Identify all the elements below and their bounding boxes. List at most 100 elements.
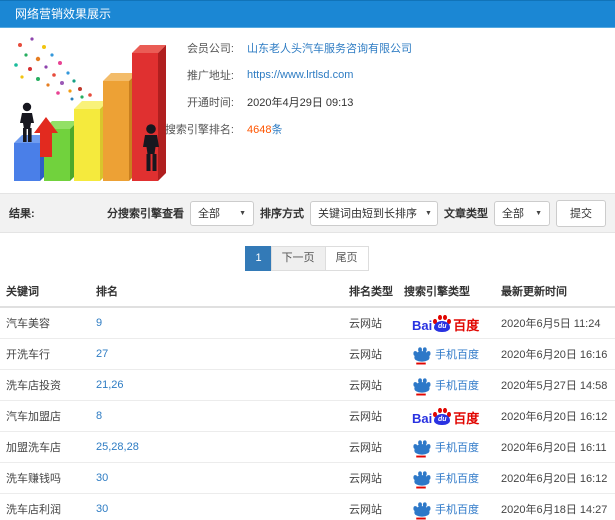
mobile-baidu-icon: 手机百度 <box>412 470 479 488</box>
mobile-baidu-icon: 手机百度 <box>412 439 479 457</box>
keyword-cell: 汽车美容 <box>0 307 92 339</box>
baidu-paw-icon: du <box>433 314 451 332</box>
engine-view-label: 分搜索引擎查看 <box>107 208 184 220</box>
header-engine-type: 搜索引擎类型 <box>400 275 497 308</box>
rank-type-cell: 云网站 <box>345 400 400 432</box>
mobile-baidu-label: 手机百度 <box>435 504 479 516</box>
rank-cell[interactable]: 30 <box>92 493 345 520</box>
open-time-value: 2020年4月29日 09:13 <box>247 96 354 109</box>
rank-cell[interactable]: 8 <box>92 400 345 432</box>
baidu-paw-icon <box>413 346 431 364</box>
promo-url-label: 推广地址: <box>186 69 234 82</box>
engine-cell: 手机百度 <box>400 431 497 463</box>
top-section: 会员公司: 山东老人头汽车服务咨询有限公司 推广地址: https://www.… <box>0 28 615 193</box>
rank-cell[interactable]: 30 <box>92 462 345 494</box>
sort-select[interactable]: 关键词由短到长排序 ▼ <box>310 200 438 226</box>
rank-count-value: 4648条 <box>247 121 282 137</box>
rank-count-suffix: 条 <box>271 123 283 136</box>
chevron-down-icon: ▼ <box>425 209 432 217</box>
engine-view-selected: 全部 <box>198 208 220 220</box>
keyword-cell: 开洗车行 <box>0 338 92 370</box>
rank-cell[interactable]: 25,28,28 <box>92 431 345 463</box>
mobile-baidu-label: 手机百度 <box>435 380 479 392</box>
keyword-cell: 汽车加盟店 <box>0 400 92 432</box>
rank-count-number: 4648 <box>247 123 272 136</box>
page: 网络营销效果展示 会员公司: 山东老人头汽车服务咨询有限公司 推广地址: htt… <box>0 0 615 520</box>
results-table: 关键词 排名 排名类型 搜索引擎类型 最新更新时间 汽车美容 9 云网站 Bai… <box>0 275 615 520</box>
submit-button[interactable]: 提交 <box>556 199 606 227</box>
engine-cell: Bai du 百度 <box>400 400 497 432</box>
rank-type-cell: 云网站 <box>345 307 400 339</box>
info-row-rank-count: 搜索引擎排名: 4648条 <box>148 115 412 142</box>
engine-cell: 手机百度 <box>400 369 497 401</box>
updated-cell: 2020年6月20日 16:11 <box>497 431 615 463</box>
chevron-down-icon: ▼ <box>535 209 542 217</box>
keyword-cell: 洗车赚钱吗 <box>0 462 92 494</box>
table-row: 洗车店利润 30 云网站 手机百度 2020年6月18日 14:27 <box>0 493 615 520</box>
engine-cell: 手机百度 <box>400 338 497 370</box>
table-row: 汽车加盟店 8 云网站 Bai du 百度 2020年6月20日 16:12 <box>0 400 615 432</box>
mobile-baidu-icon: 手机百度 <box>412 377 479 395</box>
baidu-logo-icon: Bai du 百度 <box>412 314 479 332</box>
bar-yellow <box>74 101 108 181</box>
article-type-select[interactable]: 全部 ▼ <box>494 200 550 226</box>
engine-cell: 手机百度 <box>400 493 497 520</box>
member-info: 会员公司: 山东老人头汽车服务咨询有限公司 推广地址: https://www.… <box>148 34 412 142</box>
rank-type-cell: 云网站 <box>345 493 400 520</box>
rank-type-cell: 云网站 <box>345 431 400 463</box>
table-header-row: 关键词 排名 排名类型 搜索引擎类型 最新更新时间 <box>0 275 615 308</box>
last-page-button[interactable]: 尾页 <box>324 246 369 271</box>
mobile-baidu-label: 手机百度 <box>435 473 479 485</box>
next-page-button[interactable]: 下一页 <box>270 246 326 271</box>
baidu-paw-icon <box>413 439 431 457</box>
rank-count-label: 搜索引擎排名: <box>164 123 234 136</box>
bar-orange <box>103 73 137 181</box>
company-label: 会员公司: <box>186 42 234 55</box>
article-type-label: 文章类型 <box>444 208 488 220</box>
updated-cell: 2020年6月20日 16:12 <box>497 400 615 432</box>
chevron-down-icon: ▼ <box>239 209 246 217</box>
mobile-baidu-label: 手机百度 <box>435 442 479 454</box>
updated-cell: 2020年5月27日 14:58 <box>497 369 615 401</box>
rank-type-cell: 云网站 <box>345 369 400 401</box>
keyword-cell: 加盟洗车店 <box>0 431 92 463</box>
rank-cell[interactable]: 27 <box>92 338 345 370</box>
baidu-paw-icon <box>413 501 431 519</box>
page-header: 网络营销效果展示 <box>0 0 615 28</box>
table-row: 汽车美容 9 云网站 Bai du 百度 2020年6月5日 11:24 <box>0 307 615 339</box>
mobile-baidu-icon: 手机百度 <box>412 346 479 364</box>
header-updated: 最新更新时间 <box>497 275 615 308</box>
baidu-logo-icon: Bai du 百度 <box>412 407 479 425</box>
page-title: 网络营销效果展示 <box>15 7 112 21</box>
rank-type-cell: 云网站 <box>345 338 400 370</box>
rank-type-cell: 云网站 <box>345 462 400 494</box>
sort-label: 排序方式 <box>260 208 304 220</box>
info-row-company: 会员公司: 山东老人头汽车服务咨询有限公司 <box>148 34 412 61</box>
filter-controls: 分搜索引擎查看 全部 ▼ 排序方式 关键词由短到长排序 ▼ 文章类型 全部 ▼ … <box>107 199 606 227</box>
updated-cell: 2020年6月5日 11:24 <box>497 307 615 339</box>
table-row: 洗车赚钱吗 30 云网站 手机百度 2020年6月20日 16:12 <box>0 462 615 494</box>
table-body: 汽车美容 9 云网站 Bai du 百度 2020年6月5日 11:24 开洗车行 … <box>0 307 615 520</box>
updated-cell: 2020年6月18日 14:27 <box>497 493 615 520</box>
company-link[interactable]: 山东老人头汽车服务咨询有限公司 <box>247 40 412 56</box>
updated-cell: 2020年6月20日 16:12 <box>497 462 615 494</box>
rank-cell[interactable]: 9 <box>92 307 345 339</box>
header-keyword: 关键词 <box>0 275 92 308</box>
table-row: 加盟洗车店 25,28,28 云网站 手机百度 2020年6月20日 16:11 <box>0 431 615 463</box>
baidu-paw-icon <box>413 377 431 395</box>
rank-cell[interactable]: 21,26 <box>92 369 345 401</box>
updated-cell: 2020年6月20日 16:16 <box>497 338 615 370</box>
table-row: 洗车店投资 21,26 云网站 手机百度 2020年5月27日 14:58 <box>0 369 615 401</box>
mobile-baidu-icon: 手机百度 <box>412 501 479 519</box>
pagination: 1 下一页 尾页 <box>0 233 615 273</box>
engine-cell: Bai du 百度 <box>400 307 497 339</box>
engine-view-select[interactable]: 全部 ▼ <box>190 200 254 226</box>
sort-selected: 关键词由短到长排序 <box>318 208 417 220</box>
page-number-current[interactable]: 1 <box>245 246 272 271</box>
baidu-paw-icon <box>413 470 431 488</box>
article-type-selected: 全部 <box>502 208 524 220</box>
baidu-paw-icon: du <box>433 407 451 425</box>
engine-cell: 手机百度 <box>400 462 497 494</box>
result-label: 结果: <box>9 208 35 220</box>
promo-url-link[interactable]: https://www.lrtlsd.com <box>247 69 353 81</box>
